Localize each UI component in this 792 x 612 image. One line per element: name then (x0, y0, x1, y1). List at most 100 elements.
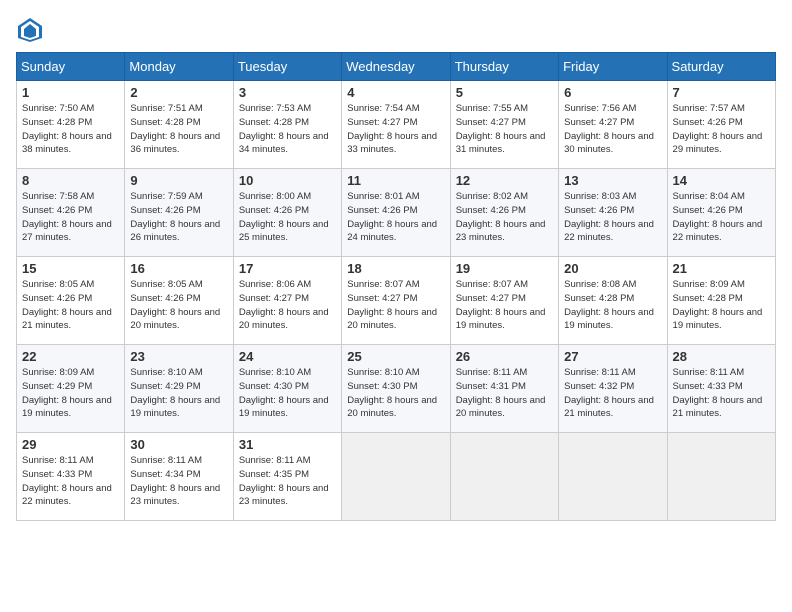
day-detail: Sunrise: 7:56 AM Sunset: 4:27 PM Dayligh… (564, 102, 661, 157)
logo-icon (16, 16, 44, 44)
calendar-day: 28Sunrise: 8:11 AM Sunset: 4:33 PM Dayli… (667, 345, 775, 433)
day-number: 7 (673, 85, 770, 100)
day-number: 26 (456, 349, 553, 364)
calendar-day: 5 Sunrise: 7:55 AM Sunset: 4:27 PM Daylig… (450, 81, 558, 169)
day-detail: Sunrise: 7:53 AM Sunset: 4:28 PM Dayligh… (239, 102, 336, 157)
calendar-day: 31 Sunrise: 8:11 AM Sunset: 4:35 PM Dayli… (233, 433, 341, 521)
day-detail: Sunrise: 7:51 AM Sunset: 4:28 PM Dayligh… (130, 102, 227, 157)
day-detail: Sunrise: 7:50 AM Sunset: 4:28 PM Dayligh… (22, 102, 119, 157)
day-detail: Sunrise: 7:58 AM Sunset: 4:26 PM Dayligh… (22, 190, 119, 245)
day-number: 22 (22, 349, 119, 364)
calendar-day: 13 Sunrise: 8:03 AM Sunset: 4:26 PM Dayli… (559, 169, 667, 257)
day-detail: Sunrise: 8:02 AM Sunset: 4:26 PM Dayligh… (456, 190, 553, 245)
day-detail: Sunrise: 8:09 AM Sunset: 4:28 PM Dayligh… (673, 278, 770, 333)
day-detail: Sunrise: 7:59 AM Sunset: 4:26 PM Dayligh… (130, 190, 227, 245)
calendar-day: 18 Sunrise: 8:07 AM Sunset: 4:27 PM Dayli… (342, 257, 450, 345)
calendar-day: 27Sunrise: 8:11 AM Sunset: 4:32 PM Dayli… (559, 345, 667, 433)
day-number: 31 (239, 437, 336, 452)
day-number: 5 (456, 85, 553, 100)
calendar-table: SundayMondayTuesdayWednesdayThursdayFrid… (16, 52, 776, 521)
day-detail: Sunrise: 7:54 AM Sunset: 4:27 PM Dayligh… (347, 102, 444, 157)
calendar-day: 15 Sunrise: 8:05 AM Sunset: 4:26 PM Dayli… (17, 257, 125, 345)
day-detail: Sunrise: 8:04 AM Sunset: 4:26 PM Dayligh… (673, 190, 770, 245)
calendar-day: 20 Sunrise: 8:08 AM Sunset: 4:28 PM Dayli… (559, 257, 667, 345)
day-number: 6 (564, 85, 661, 100)
day-detail: Sunrise: 8:10 AM Sunset: 4:30 PM Dayligh… (347, 366, 444, 421)
day-number: 30 (130, 437, 227, 452)
calendar-day: 30 Sunrise: 8:11 AM Sunset: 4:34 PM Dayli… (125, 433, 233, 521)
calendar-day: 4 Sunrise: 7:54 AM Sunset: 4:27 PM Daylig… (342, 81, 450, 169)
calendar-day: 21 Sunrise: 8:09 AM Sunset: 4:28 PM Dayli… (667, 257, 775, 345)
calendar-day: 25 Sunrise: 8:10 AM Sunset: 4:30 PM Dayli… (342, 345, 450, 433)
day-detail: Sunrise: 7:57 AM Sunset: 4:26 PM Dayligh… (673, 102, 770, 157)
day-number: 12 (456, 173, 553, 188)
day-number: 24 (239, 349, 336, 364)
day-detail: Sunrise: 8:11 AM Sunset: 4:34 PM Dayligh… (130, 454, 227, 509)
weekday-header: Thursday (450, 53, 558, 81)
day-detail: Sunrise: 8:07 AM Sunset: 4:27 PM Dayligh… (347, 278, 444, 333)
day-detail: Sunrise: 8:00 AM Sunset: 4:26 PM Dayligh… (239, 190, 336, 245)
day-number: 3 (239, 85, 336, 100)
day-detail: Sunrise: 8:11 AM Sunset: 4:32 PM Dayligh… (564, 366, 661, 421)
calendar-day: 12 Sunrise: 8:02 AM Sunset: 4:26 PM Dayli… (450, 169, 558, 257)
day-number: 9 (130, 173, 227, 188)
calendar-day: 22 Sunrise: 8:09 AM Sunset: 4:29 PM Dayli… (17, 345, 125, 433)
day-number: 23 (130, 349, 227, 364)
calendar-day: 29Sunrise: 8:11 AM Sunset: 4:33 PM Dayli… (17, 433, 125, 521)
day-number: 21 (673, 261, 770, 276)
day-number: 16 (130, 261, 227, 276)
day-number: 11 (347, 173, 444, 188)
weekday-header: Monday (125, 53, 233, 81)
day-detail: Sunrise: 8:11 AM Sunset: 4:35 PM Dayligh… (239, 454, 336, 509)
weekday-header: Sunday (17, 53, 125, 81)
day-detail: Sunrise: 8:09 AM Sunset: 4:29 PM Dayligh… (22, 366, 119, 421)
weekday-header: Saturday (667, 53, 775, 81)
day-detail: Sunrise: 8:11 AM Sunset: 4:33 PM Dayligh… (22, 454, 119, 509)
calendar-day: 23 Sunrise: 8:10 AM Sunset: 4:29 PM Dayli… (125, 345, 233, 433)
day-detail: Sunrise: 8:05 AM Sunset: 4:26 PM Dayligh… (22, 278, 119, 333)
day-detail: Sunrise: 7:55 AM Sunset: 4:27 PM Dayligh… (456, 102, 553, 157)
day-number: 2 (130, 85, 227, 100)
day-detail: Sunrise: 8:06 AM Sunset: 4:27 PM Dayligh… (239, 278, 336, 333)
logo (16, 16, 48, 44)
calendar-day: 17 Sunrise: 8:06 AM Sunset: 4:27 PM Dayli… (233, 257, 341, 345)
calendar-day: 14 Sunrise: 8:04 AM Sunset: 4:26 PM Dayli… (667, 169, 775, 257)
day-detail: Sunrise: 8:03 AM Sunset: 4:26 PM Dayligh… (564, 190, 661, 245)
day-number: 20 (564, 261, 661, 276)
day-detail: Sunrise: 8:08 AM Sunset: 4:28 PM Dayligh… (564, 278, 661, 333)
weekday-header: Wednesday (342, 53, 450, 81)
empty-cell (342, 433, 450, 521)
day-number: 14 (673, 173, 770, 188)
day-number: 4 (347, 85, 444, 100)
day-number: 8 (22, 173, 119, 188)
empty-cell (559, 433, 667, 521)
calendar-day: 6 Sunrise: 7:56 AM Sunset: 4:27 PM Daylig… (559, 81, 667, 169)
weekday-header: Tuesday (233, 53, 341, 81)
calendar-day: 16 Sunrise: 8:05 AM Sunset: 4:26 PM Dayli… (125, 257, 233, 345)
calendar-day: 9 Sunrise: 7:59 AM Sunset: 4:26 PM Daylig… (125, 169, 233, 257)
page-header (16, 16, 776, 44)
day-number: 19 (456, 261, 553, 276)
day-detail: Sunrise: 8:11 AM Sunset: 4:31 PM Dayligh… (456, 366, 553, 421)
empty-cell (450, 433, 558, 521)
weekday-header: Friday (559, 53, 667, 81)
day-number: 10 (239, 173, 336, 188)
day-number: 1 (22, 85, 119, 100)
day-number: 17 (239, 261, 336, 276)
calendar-day: 8 Sunrise: 7:58 AM Sunset: 4:26 PM Daylig… (17, 169, 125, 257)
day-number: 25 (347, 349, 444, 364)
calendar-day: 24 Sunrise: 8:10 AM Sunset: 4:30 PM Dayli… (233, 345, 341, 433)
calendar-day: 3 Sunrise: 7:53 AM Sunset: 4:28 PM Daylig… (233, 81, 341, 169)
day-detail: Sunrise: 8:10 AM Sunset: 4:30 PM Dayligh… (239, 366, 336, 421)
calendar-day: 1 Sunrise: 7:50 AM Sunset: 4:28 PM Daylig… (17, 81, 125, 169)
day-number: 15 (22, 261, 119, 276)
calendar-day: 2 Sunrise: 7:51 AM Sunset: 4:28 PM Daylig… (125, 81, 233, 169)
day-detail: Sunrise: 8:11 AM Sunset: 4:33 PM Dayligh… (673, 366, 770, 421)
empty-cell (667, 433, 775, 521)
day-number: 18 (347, 261, 444, 276)
calendar-day: 10 Sunrise: 8:00 AM Sunset: 4:26 PM Dayli… (233, 169, 341, 257)
calendar-day: 19Sunrise: 8:07 AM Sunset: 4:27 PM Dayli… (450, 257, 558, 345)
day-detail: Sunrise: 8:05 AM Sunset: 4:26 PM Dayligh… (130, 278, 227, 333)
day-detail: Sunrise: 8:10 AM Sunset: 4:29 PM Dayligh… (130, 366, 227, 421)
day-number: 13 (564, 173, 661, 188)
